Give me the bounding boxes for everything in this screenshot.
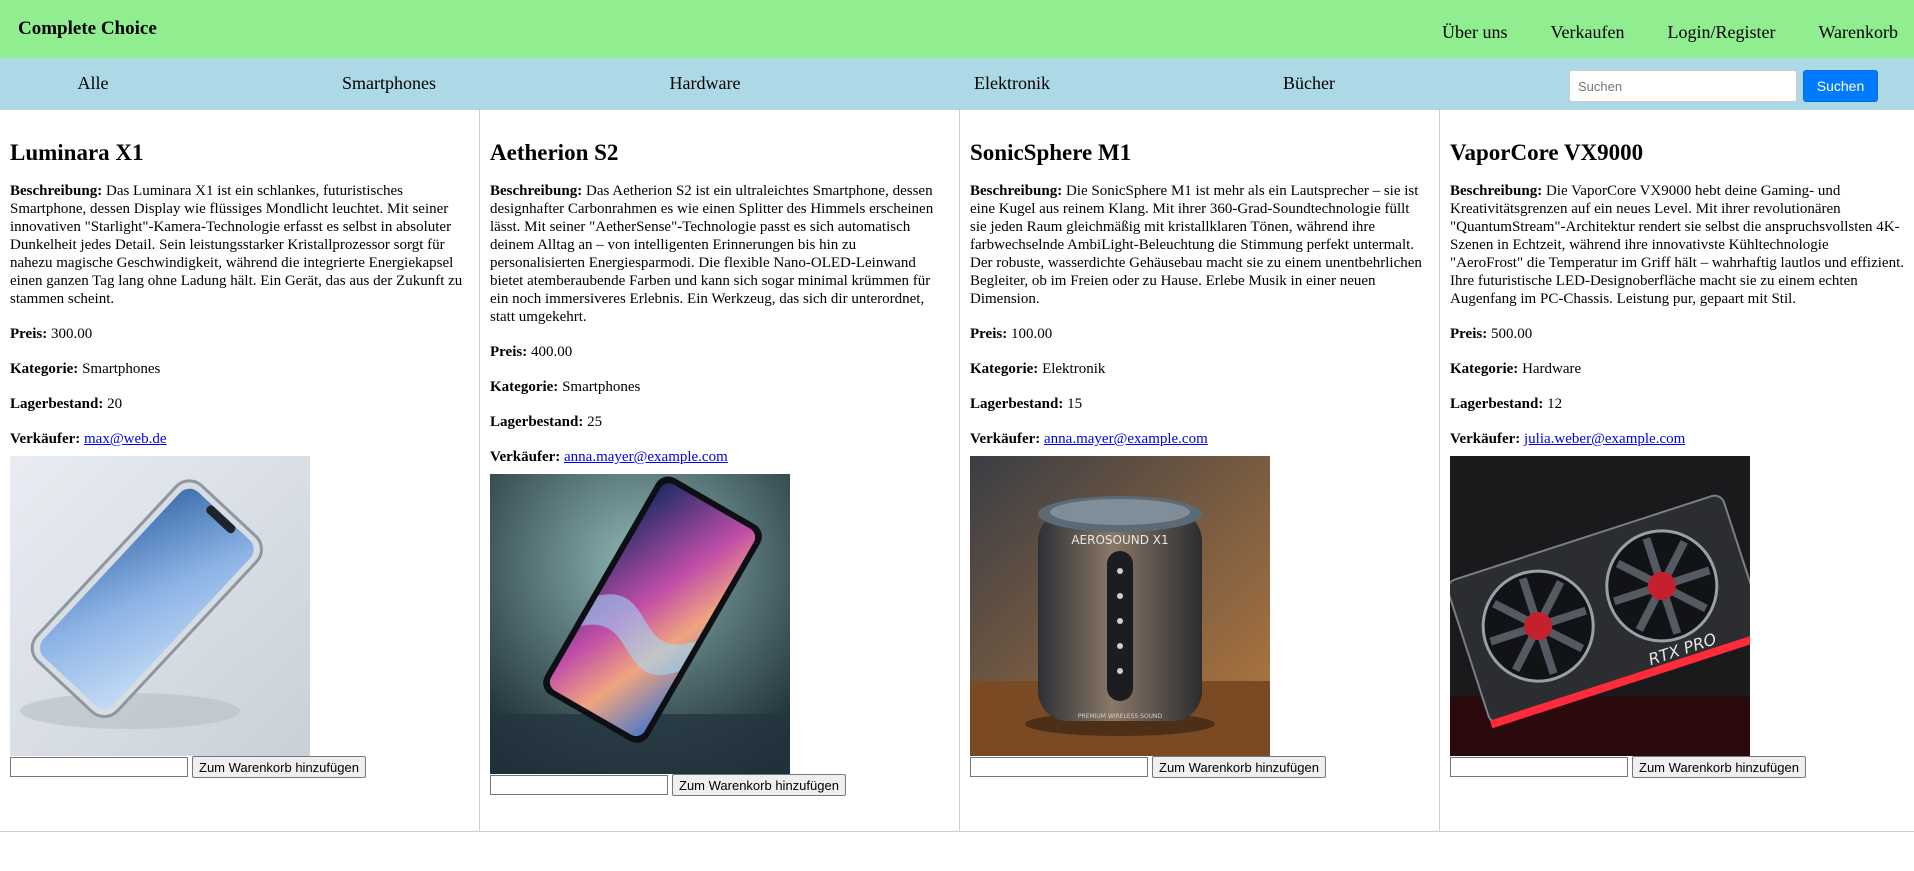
header: Complete Choice Über uns Verkaufen Login… xyxy=(0,0,1914,58)
add-to-cart-form: Zum Warenkorb hinzufügen xyxy=(1450,756,1904,778)
product-stock: Lagerbestand: 12 xyxy=(1450,396,1563,412)
product-price: Preis: 500.00 xyxy=(1450,326,1533,342)
add-to-cart-form: Zum Warenkorb hinzufügen xyxy=(970,756,1429,778)
search-button[interactable]: Suchen xyxy=(1803,70,1878,102)
quantity-input[interactable] xyxy=(490,775,668,795)
smartphone-image xyxy=(10,456,310,756)
speaker-image: AEROSOUND X1 PREMIUM WIRELESS SOUND xyxy=(970,456,1270,756)
product-card: SonicSphere M1 Beschreibung: Die SonicSp… xyxy=(960,110,1440,831)
smartphone-image xyxy=(490,474,790,774)
product-category: Kategorie: Elektronik xyxy=(970,361,1106,377)
seller-email-link[interactable]: anna.mayer@example.com xyxy=(564,449,728,465)
product-title: Aetherion S2 xyxy=(490,140,619,165)
category-smartphones[interactable]: Smartphones xyxy=(342,73,436,94)
add-to-cart-form: Zum Warenkorb hinzufügen xyxy=(10,756,469,778)
top-nav: Über uns Verkaufen Login/Register Warenk… xyxy=(1442,22,1914,43)
product-description: Beschreibung: Das Luminara X1 ist ein sc… xyxy=(10,183,463,307)
category-bar: Alle Smartphones Hardware Elektronik Büc… xyxy=(0,58,1914,110)
product-description: Beschreibung: Das Aetherion S2 ist ein u… xyxy=(490,183,934,325)
search-input[interactable] xyxy=(1569,70,1797,102)
category-all[interactable]: Alle xyxy=(78,73,109,94)
add-to-cart-button[interactable]: Zum Warenkorb hinzufügen xyxy=(672,774,846,796)
product-description: Beschreibung: Die SonicSphere M1 ist meh… xyxy=(970,183,1422,307)
add-to-cart-button[interactable]: Zum Warenkorb hinzufügen xyxy=(192,756,366,778)
brand-logo[interactable]: Complete Choice xyxy=(18,18,157,40)
nav-sell[interactable]: Verkaufen xyxy=(1551,22,1625,43)
seller-email-link[interactable]: anna.mayer@example.com xyxy=(1044,431,1208,447)
product-seller: Verkäufer: anna.mayer@example.com xyxy=(970,431,1208,447)
product-seller: Verkäufer: anna.mayer@example.com xyxy=(490,449,728,465)
speaker-subtext: PREMIUM WIRELESS SOUND xyxy=(1078,713,1163,720)
quantity-input[interactable] xyxy=(1450,757,1628,777)
product-price: Preis: 300.00 xyxy=(10,326,93,342)
product-card: Aetherion S2 Beschreibung: Das Aetherion… xyxy=(480,110,960,831)
speaker-brand-text: AEROSOUND X1 xyxy=(1071,533,1168,547)
seller-email-link[interactable]: julia.weber@example.com xyxy=(1524,431,1685,447)
category-buecher[interactable]: Bücher xyxy=(1283,73,1335,94)
product-stock: Lagerbestand: 20 xyxy=(10,396,123,412)
product-category: Kategorie: Smartphones xyxy=(490,379,641,395)
product-grid: Luminara X1 Beschreibung: Das Luminara X… xyxy=(0,110,1914,832)
product-seller: Verkäufer: max@web.de xyxy=(10,431,167,447)
product-card: VaporCore VX9000 Beschreibung: Die Vapor… xyxy=(1440,110,1914,831)
product-category: Kategorie: Hardware xyxy=(1450,361,1582,377)
product-category: Kategorie: Smartphones xyxy=(10,361,161,377)
category-hardware[interactable]: Hardware xyxy=(670,73,741,94)
product-title: VaporCore VX9000 xyxy=(1450,140,1644,165)
product-price: Preis: 400.00 xyxy=(490,344,573,360)
add-to-cart-form: Zum Warenkorb hinzufügen xyxy=(490,774,949,796)
quantity-input[interactable] xyxy=(970,757,1148,777)
product-title: Luminara X1 xyxy=(10,140,144,165)
product-stock: Lagerbestand: 15 xyxy=(970,396,1083,412)
nav-login-register[interactable]: Login/Register xyxy=(1668,22,1776,43)
nav-about[interactable]: Über uns xyxy=(1442,22,1508,43)
product-stock: Lagerbestand: 25 xyxy=(490,414,603,430)
nav-cart[interactable]: Warenkorb xyxy=(1818,22,1898,43)
product-seller: Verkäufer: julia.weber@example.com xyxy=(1450,431,1686,447)
product-description: Beschreibung: Die VaporCore VX9000 hebt … xyxy=(1450,183,1904,307)
add-to-cart-button[interactable]: Zum Warenkorb hinzufügen xyxy=(1632,756,1806,778)
product-title: SonicSphere M1 xyxy=(970,140,1132,165)
graphics-card-image: RTX PRO xyxy=(1450,456,1750,756)
product-price: Preis: 100.00 xyxy=(970,326,1053,342)
category-elektronik[interactable]: Elektronik xyxy=(974,73,1050,94)
add-to-cart-button[interactable]: Zum Warenkorb hinzufügen xyxy=(1152,756,1326,778)
seller-email-link[interactable]: max@web.de xyxy=(84,431,167,447)
quantity-input[interactable] xyxy=(10,757,188,777)
product-card: Luminara X1 Beschreibung: Das Luminara X… xyxy=(0,110,480,831)
